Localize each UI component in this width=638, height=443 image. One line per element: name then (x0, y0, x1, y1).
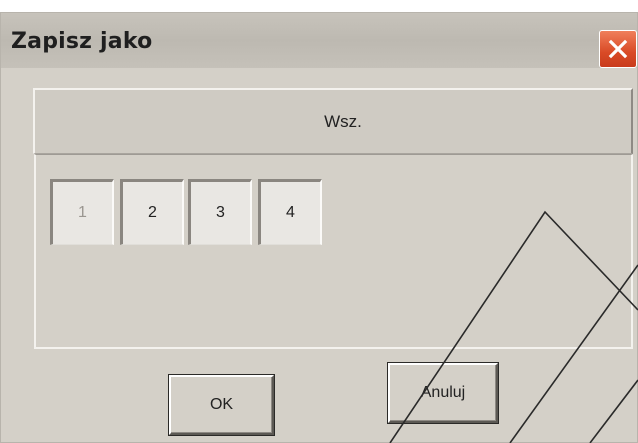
ok-button[interactable]: OK (169, 375, 274, 435)
close-icon (607, 38, 629, 60)
title-bar[interactable]: Zapisz jako (1, 13, 637, 68)
page-button-1[interactable]: 1 (50, 179, 114, 245)
close-button[interactable] (599, 30, 637, 68)
tab-all-pages[interactable]: Wsz. (33, 88, 633, 154)
tab-all-label: Wsz. (324, 111, 362, 131)
save-as-dialog: Zapisz jako Wsz. 1 2 3 4 OK Anuluj (0, 12, 638, 443)
page-button-4[interactable]: 4 (258, 179, 322, 245)
page-button-3[interactable]: 3 (188, 179, 252, 245)
dialog-title: Zapisz jako (11, 29, 153, 54)
cancel-button[interactable]: Anuluj (388, 363, 498, 423)
page-button-2[interactable]: 2 (120, 179, 184, 245)
pages-panel: 1 2 3 4 (34, 154, 633, 349)
